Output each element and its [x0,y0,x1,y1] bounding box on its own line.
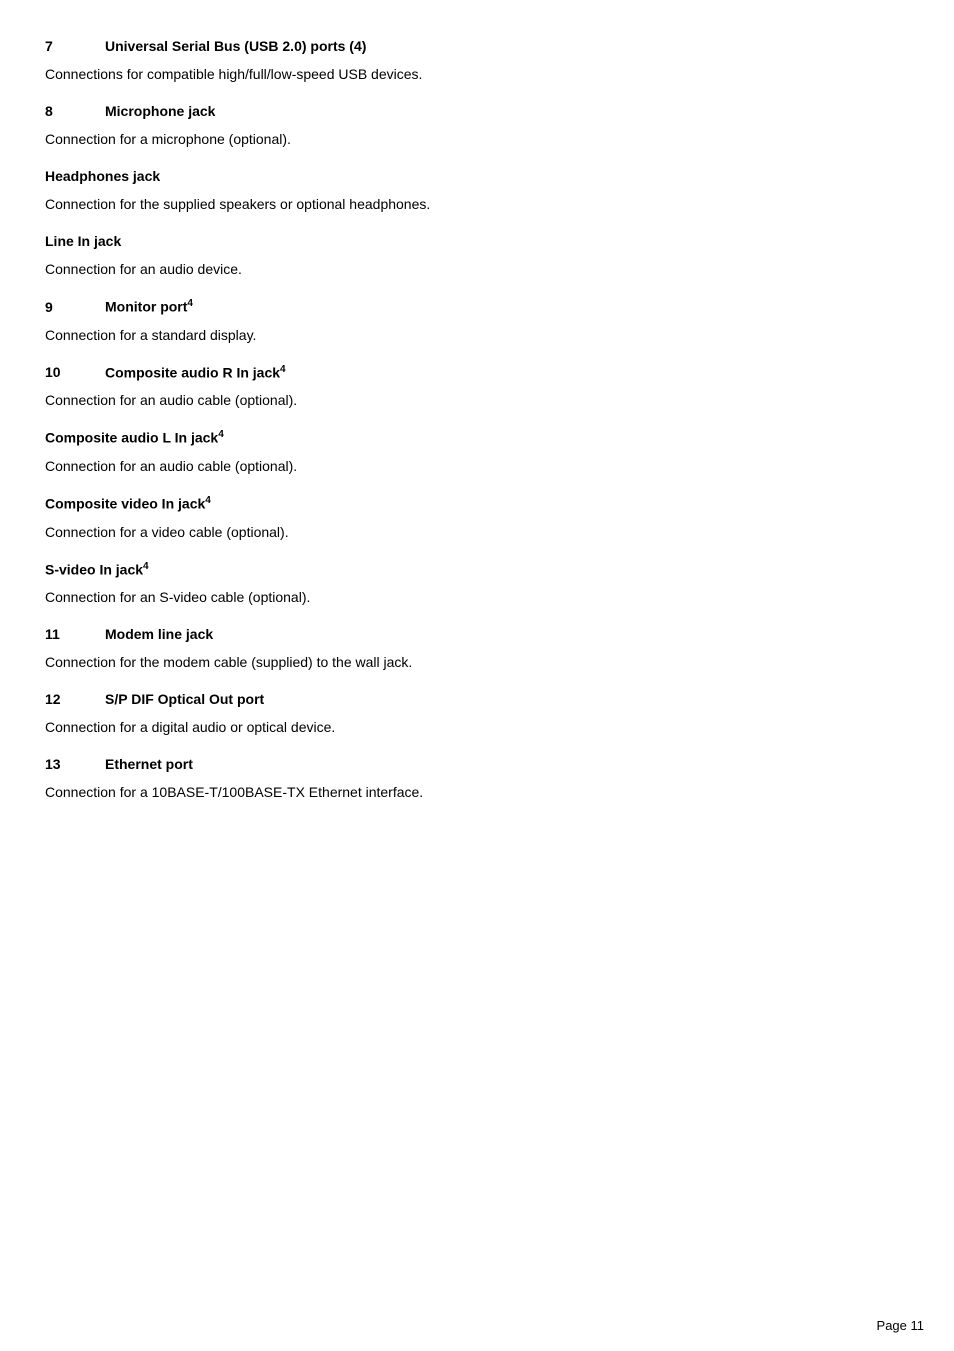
section-title-1: Microphone jack [105,103,215,119]
section-header-9: 11Modem line jack [45,626,909,642]
section-5: 10Composite audio R In jack4 Connection f… [45,364,909,412]
section-4: 9Monitor port4 Connection for a standard … [45,298,909,346]
section-desc-3: Connection for an audio device. [45,259,909,280]
section-7: Composite video In jack4 Connection for a… [45,495,909,543]
section-title-4: Monitor port4 [105,298,193,315]
section-2: Headphones jack Connection for the suppli… [45,168,909,215]
section-title-8: S-video In jack4 [45,561,909,578]
section-11: 13Ethernet port Connection for a 10BASE-T… [45,756,909,803]
section-number-9: 11 [45,626,105,642]
section-desc-10: Connection for a digital audio or optica… [45,717,909,738]
section-superscript-6: 4 [218,429,224,440]
section-number-11: 13 [45,756,105,772]
section-desc-4: Connection for a standard display. [45,325,909,346]
section-header-0: 7Universal Serial Bus (USB 2.0) ports (4… [45,38,909,54]
section-desc-2: Connection for the supplied speakers or … [45,194,909,215]
section-number-1: 8 [45,103,105,119]
page-content: 7Universal Serial Bus (USB 2.0) ports (4… [0,0,954,877]
section-desc-0: Connections for compatible high/full/low… [45,64,909,85]
section-title-3: Line In jack [45,233,909,249]
section-title-11: Ethernet port [105,756,193,772]
section-0: 7Universal Serial Bus (USB 2.0) ports (4… [45,38,909,85]
section-superscript-4: 4 [187,298,193,309]
section-title-6: Composite audio L In jack4 [45,429,909,446]
section-desc-6: Connection for an audio cable (optional)… [45,456,909,477]
section-desc-8: Connection for an S-video cable (optiona… [45,587,909,608]
section-number-10: 12 [45,691,105,707]
section-desc-9: Connection for the modem cable (supplied… [45,652,909,673]
section-desc-7: Connection for a video cable (optional). [45,522,909,543]
page-number: Page 11 [877,1318,924,1333]
section-title-0: Universal Serial Bus (USB 2.0) ports (4) [105,38,366,54]
section-header-4: 9Monitor port4 [45,298,909,315]
section-header-10: 12S/P DIF Optical Out port [45,691,909,707]
section-title-7: Composite video In jack4 [45,495,909,512]
section-superscript-8: 4 [143,561,149,572]
section-9: 11Modem line jack Connection for the mode… [45,626,909,673]
section-header-1: 8Microphone jack [45,103,909,119]
section-number-4: 9 [45,299,105,315]
section-number-0: 7 [45,38,105,54]
section-title-2: Headphones jack [45,168,909,184]
section-8: S-video In jack4 Connection for an S-vide… [45,561,909,609]
section-header-5: 10Composite audio R In jack4 [45,364,909,381]
section-desc-1: Connection for a microphone (optional). [45,129,909,150]
section-3: Line In jack Connection for an audio devi… [45,233,909,280]
section-desc-5: Connection for an audio cable (optional)… [45,390,909,411]
section-10: 12S/P DIF Optical Out port Connection for… [45,691,909,738]
section-1: 8Microphone jack Connection for a microph… [45,103,909,150]
section-header-11: 13Ethernet port [45,756,909,772]
section-superscript-7: 4 [205,495,211,506]
section-desc-11: Connection for a 10BASE-T/100BASE-TX Eth… [45,782,909,803]
section-title-9: Modem line jack [105,626,213,642]
section-title-10: S/P DIF Optical Out port [105,691,264,707]
section-superscript-5: 4 [280,364,286,375]
section-number-5: 10 [45,364,105,380]
section-6: Composite audio L In jack4 Connection for… [45,429,909,477]
section-title-5: Composite audio R In jack4 [105,364,286,381]
